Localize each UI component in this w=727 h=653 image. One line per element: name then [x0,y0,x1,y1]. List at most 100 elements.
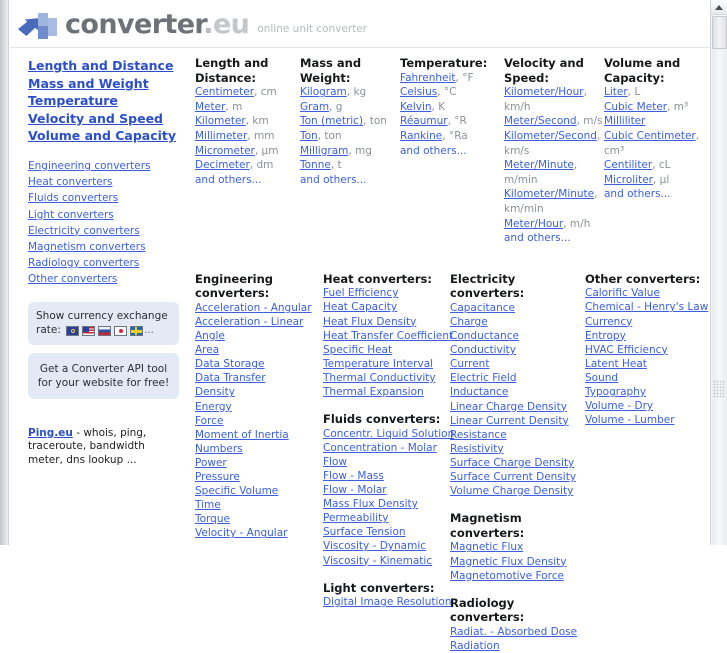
converter-link-heat-capacity[interactable]: Heat Capacity [323,300,450,314]
converter-link-permeability[interactable]: Permeability [323,511,450,525]
converter-link-inductance[interactable]: Inductance [450,385,585,399]
converter-link-hvac-efficiency[interactable]: HVAC Efficiency [585,343,710,357]
sidebar-item-fluids-converters[interactable]: Fluids converters [28,190,195,206]
converter-link-viscosity-kinematic[interactable]: Viscosity - Kinematic [323,554,450,568]
unit-link-kilometer-hour[interactable]: Kilometer/Hour [504,86,584,98]
converter-link-resistivity[interactable]: Resistivity [450,442,585,456]
scroll-up-button[interactable] [711,0,727,15]
converter-link-density[interactable]: Density [195,385,323,399]
converter-link-flow-mass[interactable]: Flow - Mass [323,469,450,483]
unit-link-r-aumur[interactable]: Réaumur [400,115,448,127]
unit-link-centiliter[interactable]: Centiliter [604,159,652,171]
converter-link-surface-tension[interactable]: Surface Tension [323,525,450,539]
converter-link-data-transfer[interactable]: Data Transfer [195,371,323,385]
converter-link-entropy[interactable]: Entropy [585,329,710,343]
unit-link-ton-metric-[interactable]: Ton (metric) [300,115,363,127]
unit-link-meter-hour[interactable]: Meter/Hour [504,218,563,230]
converter-link-thermal-conductivity[interactable]: Thermal Conductivity [323,371,450,385]
converter-link-linear-charge-density[interactable]: Linear Charge Density [450,400,585,414]
converter-link-specific-heat[interactable]: Specific Heat [323,343,450,357]
flag-eu-icon[interactable] [66,325,80,336]
converter-link-current[interactable]: Current [450,357,585,371]
converter-link-calorific-value[interactable]: Calorific Value [585,286,710,300]
converter-link-volume-lumber[interactable]: Volume - Lumber [585,413,710,427]
unit-link-celsius[interactable]: Celsius [400,86,437,98]
api-tool-promo[interactable]: Get a Converter API tool for your websit… [28,352,179,399]
converter-link-flow[interactable]: Flow [323,455,450,469]
converter-link-electric-field[interactable]: Electric Field [450,371,585,385]
converter-link-conductivity[interactable]: Conductivity [450,343,585,357]
sidebar-item-temperature[interactable]: Temperature [28,92,195,110]
sidebar-item-radiology-converters[interactable]: Radiology converters [28,255,195,271]
sidebar-item-magnetism-converters[interactable]: Magnetism converters [28,239,195,255]
and-others-link[interactable]: and others... [195,173,300,188]
converter-link-thermal-expansion[interactable]: Thermal Expansion [323,385,450,399]
converter-link-surface-charge-density[interactable]: Surface Charge Density [450,456,585,470]
sidebar-item-engineering-converters[interactable]: Engineering converters [28,158,195,174]
unit-link-kilometer-second[interactable]: Kilometer/Second [504,130,597,142]
unit-link-kilometer[interactable]: Kilometer [195,115,246,127]
converter-link-magnetic-flux[interactable]: Magnetic Flux [450,540,585,554]
converter-link-magnetomotive-force[interactable]: Magnetomotive Force [450,569,585,583]
and-others-link[interactable]: and others... [400,144,504,159]
converter-link-chemical-henry-s-law[interactable]: Chemical - Henry's Law [585,300,710,314]
flag-jp-icon[interactable] [114,325,128,336]
currency-exchange-promo[interactable]: Show currency exchange rate: ... [28,301,179,345]
flag-us-icon[interactable] [82,325,96,336]
converter-link-charge[interactable]: Charge [450,315,585,329]
unit-link-kilometer-minute[interactable]: Kilometer/Minute [504,188,594,200]
sidebar-item-electricity-converters[interactable]: Electricity converters [28,223,195,239]
unit-link-meter[interactable]: Meter [195,101,225,113]
unit-link-milliliter[interactable]: Milliliter [604,115,645,127]
converter-link-heat-transfer-coefficient[interactable]: Heat Transfer Coefficient [323,329,453,343]
converter-link-acceleration-angular[interactable]: Acceleration - Angular [195,301,323,315]
converter-link-currency[interactable]: Currency [585,315,710,329]
converter-link-acceleration-linear[interactable]: Acceleration - Linear [195,315,323,329]
flag-se-icon[interactable] [130,325,144,336]
unit-link-cubic-centimeter[interactable]: Cubic Centimeter [604,130,696,142]
converter-link-time[interactable]: Time [195,498,323,512]
unit-link-meter-second[interactable]: Meter/Second [504,115,577,127]
converter-link-surface-current-density[interactable]: Surface Current Density [450,470,585,484]
converter-link-volume-dry[interactable]: Volume - Dry [585,399,710,413]
converter-link-linear-current-density[interactable]: Linear Current Density [450,414,585,428]
converter-link-velocity-angular[interactable]: Velocity - Angular [195,526,323,540]
unit-link-fahrenheit[interactable]: Fahrenheit [400,72,456,84]
and-others-link[interactable]: and others... [504,231,604,246]
unit-link-millimeter[interactable]: Millimeter [195,130,247,142]
converter-link-fuel-efficiency[interactable]: Fuel Efficiency [323,286,450,300]
converter-link-latent-heat[interactable]: Latent Heat [585,357,710,371]
scrollbar-thumb[interactable] [712,16,727,49]
unit-link-centimeter[interactable]: Centimeter [195,86,254,98]
site-logo[interactable]: converter.eu online unit converter [18,11,367,39]
unit-link-kelvin[interactable]: Kelvin [400,101,432,113]
converter-link-radiat-absorbed-dose[interactable]: Radiat. - Absorbed Dose [450,625,585,639]
converter-link-torque[interactable]: Torque [195,512,323,526]
converter-link-digital-image-resolution[interactable]: Digital Image Resolution [323,595,451,609]
converter-link-specific-volume[interactable]: Specific Volume [195,484,323,498]
unit-link-liter[interactable]: Liter [604,86,628,98]
converter-link-volume-charge-density[interactable]: Volume Charge Density [450,484,585,498]
converter-link-numbers[interactable]: Numbers [195,442,323,456]
converter-link-data-storage[interactable]: Data Storage [195,357,323,371]
unit-link-decimeter[interactable]: Decimeter [195,159,250,171]
vertical-scrollbar[interactable] [710,0,727,545]
unit-link-meter-minute[interactable]: Meter/Minute [504,159,574,171]
converter-link-conductance[interactable]: Conductance [450,329,585,343]
and-others-link[interactable]: and others... [300,173,400,188]
and-others-link[interactable]: and others... [604,187,704,202]
converter-link-area[interactable]: Area [195,343,323,357]
ping-eu-link[interactable]: Ping.eu [28,427,73,439]
unit-link-microliter[interactable]: Microliter [604,174,653,186]
converter-link-heat-flux-density[interactable]: Heat Flux Density [323,315,450,329]
unit-link-tonne[interactable]: Tonne [300,159,331,171]
unit-link-rankine[interactable]: Rankine [400,130,442,142]
converter-link-sound[interactable]: Sound [585,371,710,385]
sidebar-item-length-and-distance[interactable]: Length and Distance [28,57,195,75]
sidebar-item-light-converters[interactable]: Light converters [28,207,195,223]
converter-link-moment-of-inertia[interactable]: Moment of Inertia [195,428,323,442]
flag-ru-icon[interactable] [98,325,112,336]
sidebar-item-mass-and-weight[interactable]: Mass and Weight [28,75,195,93]
converter-link-concentration-molar[interactable]: Concentration - Molar [323,441,450,455]
unit-link-cubic-meter[interactable]: Cubic Meter [604,101,667,113]
